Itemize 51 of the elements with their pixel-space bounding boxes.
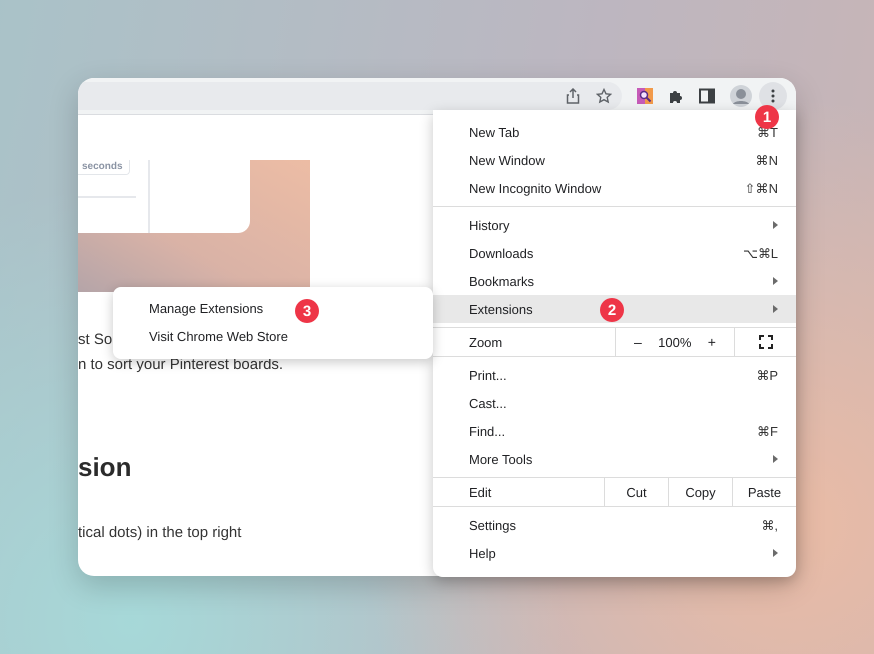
menu-item-label: More Tools <box>469 452 532 466</box>
menu-item[interactable]: History <box>433 211 796 239</box>
menu-button[interactable] <box>759 82 787 110</box>
zoom-out-button[interactable]: – <box>630 334 646 350</box>
avatar-icon[interactable] <box>730 85 752 107</box>
body-text: st So <box>78 331 112 348</box>
submenu-item[interactable]: Manage Extensions <box>113 295 274 323</box>
menu-item-label: Extensions <box>469 302 533 316</box>
duration-chip: seconds <box>78 160 130 175</box>
edit-label: Edit <box>468 484 492 502</box>
menu-item-label: Print... <box>469 368 507 382</box>
puzzle-icon[interactable] <box>668 88 684 104</box>
zoom-in-button[interactable]: + <box>704 334 720 350</box>
shortcut-text: ⇧⌘N <box>744 180 778 196</box>
menu-item-label: Bookmarks <box>469 274 534 288</box>
menu-item-label: Cast... <box>469 396 507 410</box>
menu-item[interactable]: Help <box>433 539 796 567</box>
menu-item[interactable]: New Incognito Window ⇧⌘N <box>433 174 796 202</box>
section-heading: sion <box>78 452 132 483</box>
shortcut-text: ⌘P <box>756 368 778 382</box>
menu-item[interactable]: Cast... <box>433 389 796 417</box>
menu-item-label: New Window <box>469 152 545 168</box>
menu-item-label: New Tab <box>469 124 520 140</box>
zoom-label: Zoom <box>468 334 502 352</box>
menu-item[interactable]: Bookmarks <box>433 267 796 295</box>
menu-item-label: Find... <box>469 424 506 438</box>
menu-item[interactable]: Downloads ⌥⌘L <box>433 239 796 267</box>
magnifier-icon[interactable] <box>637 88 653 104</box>
share-icon[interactable] <box>566 88 580 104</box>
body-text: tical dots) in the top right <box>78 524 242 541</box>
zoom-value: 100% <box>658 334 692 350</box>
menu-item[interactable]: Find... ⌘F <box>433 417 796 445</box>
shortcut-text: ⌘N <box>756 152 778 168</box>
menu-item-label: Help <box>469 546 496 560</box>
menu-item-label: History <box>469 218 510 232</box>
menu-item-label: Downloads <box>469 246 534 260</box>
menu-item[interactable]: Print... ⌘P <box>433 361 796 389</box>
menu-item[interactable]: Settings ⌘, <box>433 511 796 539</box>
menu-item[interactable]: New Window ⌘N <box>433 146 796 174</box>
fullscreen-icon[interactable] <box>758 335 772 349</box>
menu-item[interactable]: More Tools <box>433 445 796 473</box>
menu-item-label: Settings <box>469 518 516 532</box>
shortcut-text: ⌘, <box>761 518 778 532</box>
submenu-item[interactable]: Visit Chrome Web Store <box>113 323 298 351</box>
shortcut-text: ⌥⌘L <box>742 246 778 260</box>
menu-item-label: New Incognito Window <box>469 180 602 196</box>
sidebar-icon[interactable] <box>699 88 715 104</box>
star-icon[interactable] <box>596 88 612 104</box>
body-text: n to sort your Pinterest boards. <box>78 356 284 373</box>
more-icon <box>771 89 775 103</box>
shortcut-text: ⌘F <box>757 424 778 438</box>
